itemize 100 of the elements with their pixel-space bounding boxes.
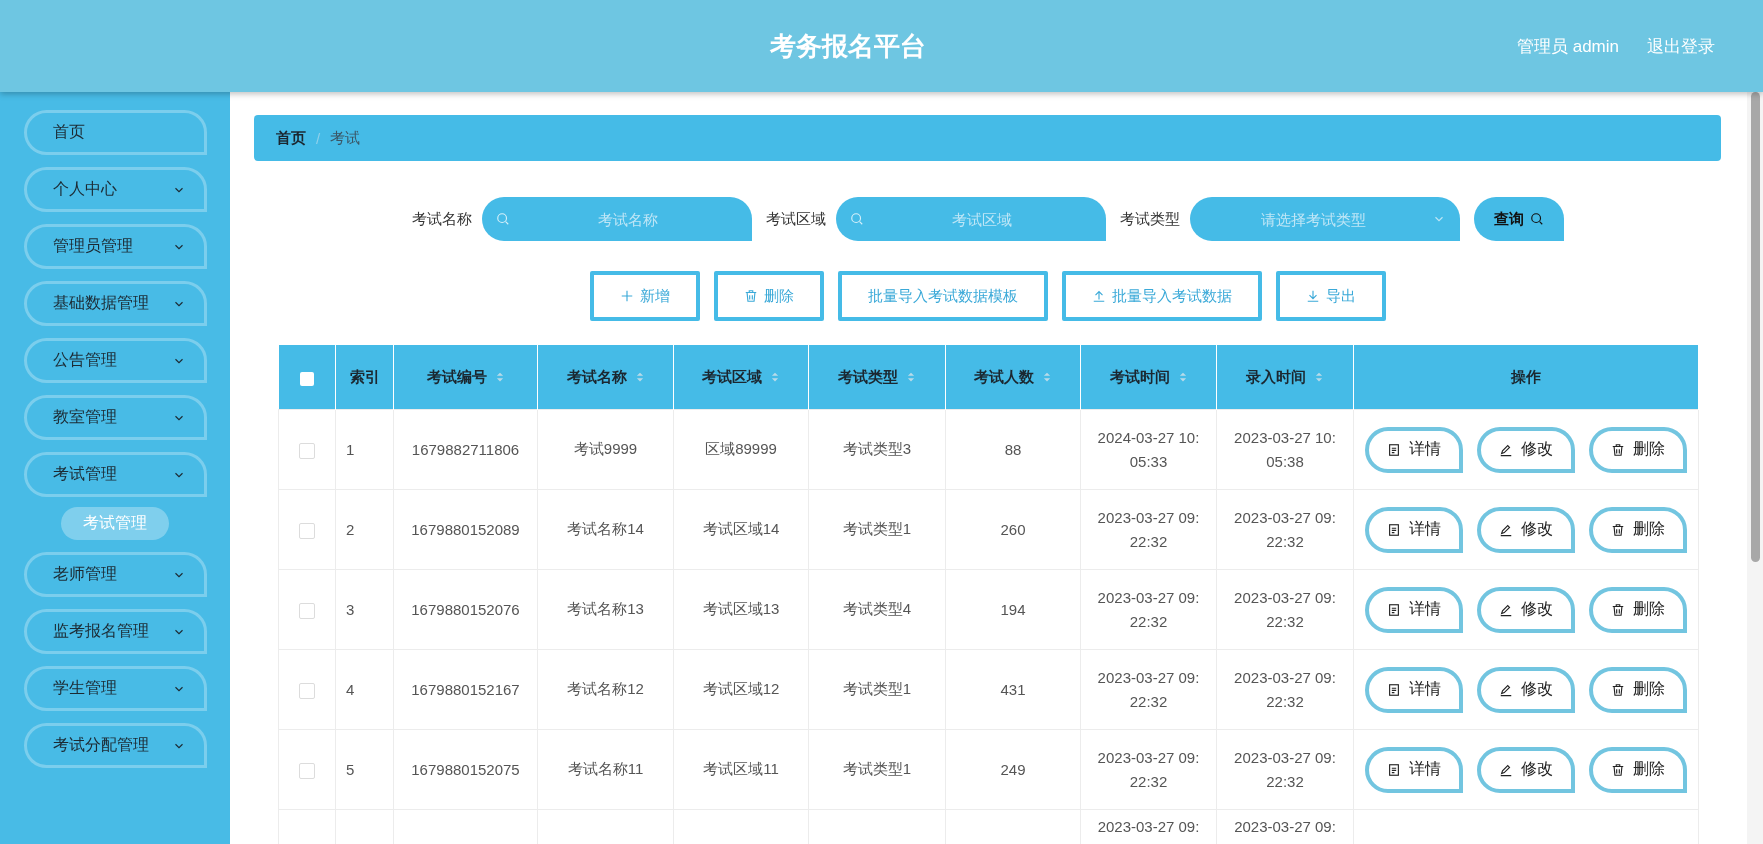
table-cell-text: 2023-03-27 09:22:32 [1233,508,1337,552]
column-header: 考试类型 [838,367,898,387]
detail-button[interactable]: 详情 [1365,746,1463,793]
edit-button[interactable]: 修改 [1477,666,1575,713]
search-box[interactable]: 考试名称 [481,197,752,241]
column-header: 录入时间 [1246,367,1306,387]
sidebar-item[interactable]: 学生管理 [24,666,207,711]
delete-button[interactable]: 删除 [1589,506,1687,553]
row-checkbox[interactable] [299,762,315,779]
site-title: 考务报名平台 [769,29,928,63]
select-field[interactable]: 请选择考试类型 [1203,209,1424,229]
edit-button[interactable]: 修改 [1477,426,1575,473]
field-label: 考试类型 [1119,209,1180,229]
sidebar-item[interactable]: 首页 [24,110,207,155]
search-icon [495,212,510,226]
sidebar-item[interactable]: 考试管理 [24,452,207,497]
table-cell: 考试名称12 [567,680,644,697]
sort-icon [634,370,645,384]
row-checkbox[interactable] [299,602,315,619]
sidebar-item[interactable]: 个人中心 [24,167,207,212]
document-icon [1387,522,1401,537]
table-cell: 考试名称13 [567,600,644,617]
sidebar-item[interactable]: 监考报名管理 [24,609,207,654]
search-field[interactable]: 考试名称 [517,209,738,229]
trash-icon [1611,602,1625,617]
column-header: 考试名称 [566,367,627,387]
pencil-icon [1499,522,1513,537]
sidebar-item[interactable]: 教室管理 [24,395,207,440]
sidebar-item[interactable]: 老师管理 [24,552,207,597]
table-cell: 260 [1000,521,1026,538]
pencil-icon [1499,762,1513,777]
delete-button[interactable]: 删除 [1589,426,1687,473]
query-button[interactable]: 查询 [1473,197,1564,241]
edit-button[interactable]: 修改 [1477,506,1575,553]
field-label: 考试名称 [411,209,472,229]
row-checkbox[interactable] [299,522,315,539]
delete-button[interactable]: 删除 [1589,666,1687,713]
sidebar-item[interactable]: 公告管理 [24,338,207,383]
table-cell-text: 2023-03-27 09:22:32 [1233,748,1337,792]
document-icon [1387,762,1401,777]
table-cell-text: 2023-03-27 09:22:32 [1096,508,1201,552]
table-cell: 考试9999 [573,440,638,457]
select-box[interactable]: 请选择考试类型 [1189,197,1460,241]
table-cell: 考试类型4 [842,600,912,617]
edit-button[interactable]: 修改 [1477,746,1575,793]
table-cell: 考试名称14 [567,520,644,537]
detail-button[interactable]: 详情 [1365,666,1463,713]
table-cell-text: 2023-03-27 09:22:32 [1096,588,1201,632]
sidebar-item[interactable]: 管理员管理 [24,224,207,269]
table-cell: 考试类型1 [842,680,912,697]
search-box[interactable]: 考试区域 [835,197,1106,241]
plus-icon [619,289,634,303]
row-checkbox[interactable] [299,442,315,459]
table-cell: 考试类型1 [842,520,912,537]
detail-button[interactable]: 详情 [1365,506,1463,553]
trash-icon [1611,762,1625,777]
trash-icon [1611,442,1625,457]
table-cell: 1679880152089 [411,521,520,538]
table-cell: 考试名称11 [567,760,644,777]
table-cell: 3 [346,601,355,618]
sort-icon [1177,370,1188,384]
document-icon [1387,682,1401,697]
sort-icon [1042,370,1052,384]
select-all-checkbox[interactable] [299,371,314,386]
breadcrumb-separator: / [316,129,321,147]
sidebar-item[interactable]: 考试分配管理 [24,723,207,768]
table-cell: 1 [346,441,355,458]
upload-icon [1091,289,1106,303]
detail-button[interactable]: 详情 [1365,586,1463,633]
document-icon [1387,602,1401,617]
table-cell: 考试区域13 [702,600,780,617]
detail-button[interactable]: 详情 [1365,426,1463,473]
sort-icon [1314,370,1324,384]
breadcrumb-link[interactable]: 首页 [276,128,306,148]
row-checkbox[interactable] [299,682,315,699]
table-cell: 考试类型1 [842,760,912,777]
download-icon [1305,289,1320,303]
column-header: 索引 [349,367,380,387]
trash-icon [1611,682,1625,697]
delete-button[interactable]: 删除 [1589,586,1687,633]
table-cell: 1679880152076 [411,601,520,618]
column-header: 考试编号 [426,367,487,387]
pencil-icon [1499,602,1513,617]
document-icon [1387,442,1401,457]
table-cell: 249 [1000,761,1026,778]
table-cell: 2 [346,521,355,538]
delete-button[interactable]: 删除 [1589,746,1687,793]
table-cell-text: 2023-03-27 09:22:32 [1233,588,1337,632]
table-cell: 区域89999 [705,440,777,457]
admin-username: 管理员 admin [1516,35,1619,58]
search-field[interactable]: 考试区域 [871,209,1092,229]
sort-icon [906,370,916,384]
column-header: 考试时间 [1109,367,1170,387]
pencil-icon [1499,442,1513,457]
sidebar-item[interactable]: 基础数据管理 [24,281,207,326]
scrollbar[interactable] [1747,92,1763,844]
sort-icon [770,370,780,384]
sort-icon [494,370,505,384]
edit-button[interactable]: 修改 [1477,586,1575,633]
column-header: 考试区域 [702,367,762,387]
